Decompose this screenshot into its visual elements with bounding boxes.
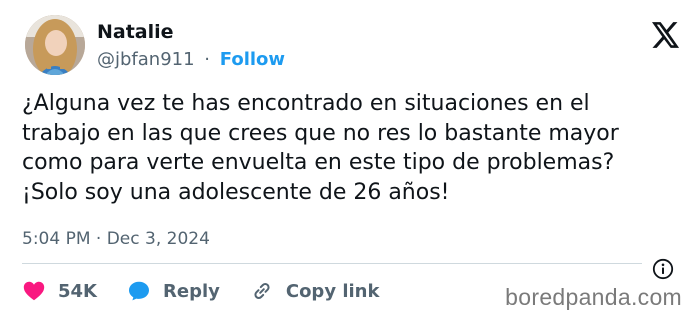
action-bar: 54K Reply Copy link xyxy=(22,276,409,306)
divider xyxy=(22,263,642,264)
handle[interactable]: @jbfan911 xyxy=(97,49,195,70)
tweet-line: como para verte envuelta en este tipo de… xyxy=(22,150,615,175)
handle-separator: · xyxy=(204,49,211,70)
display-name[interactable]: Natalie xyxy=(97,21,174,43)
avatar[interactable] xyxy=(25,15,85,75)
tweet-line: trabajo en las que crees que no res lo b… xyxy=(22,120,619,146)
tweet-line: ¡Solo soy una adolescente de 26 años! xyxy=(22,179,450,205)
timestamp[interactable]: 5:04 PM · Dec 3, 2024 xyxy=(22,229,210,249)
follow-button[interactable]: Follow xyxy=(220,49,285,70)
copy-link-label: Copy link xyxy=(285,280,380,302)
reply-button[interactable]: Reply xyxy=(127,279,220,303)
tweet-time: 5:04 PM xyxy=(22,229,91,249)
x-logo-icon[interactable] xyxy=(652,22,680,48)
reply-label: Reply xyxy=(163,280,220,302)
speech-bubble-icon xyxy=(129,281,149,301)
copy-link-button[interactable]: Copy link xyxy=(250,279,380,303)
timestamp-separator: · xyxy=(95,229,102,249)
like-button[interactable]: 54K xyxy=(22,279,97,303)
info-icon[interactable] xyxy=(651,257,675,281)
tweet-text: ¿Alguna vez te has encontrado en situaci… xyxy=(22,89,692,207)
tweet-line: ¿Alguna vez te has encontrado en situaci… xyxy=(22,91,590,116)
like-count: 54K xyxy=(58,280,97,302)
watermark: boredpanda.com xyxy=(505,284,682,310)
heart-icon xyxy=(23,281,45,301)
tweet-date: Dec 3, 2024 xyxy=(106,229,210,249)
link-icon xyxy=(254,283,270,299)
avatar-image xyxy=(25,15,85,75)
handle-row: @jbfan911 · Follow xyxy=(97,49,285,70)
